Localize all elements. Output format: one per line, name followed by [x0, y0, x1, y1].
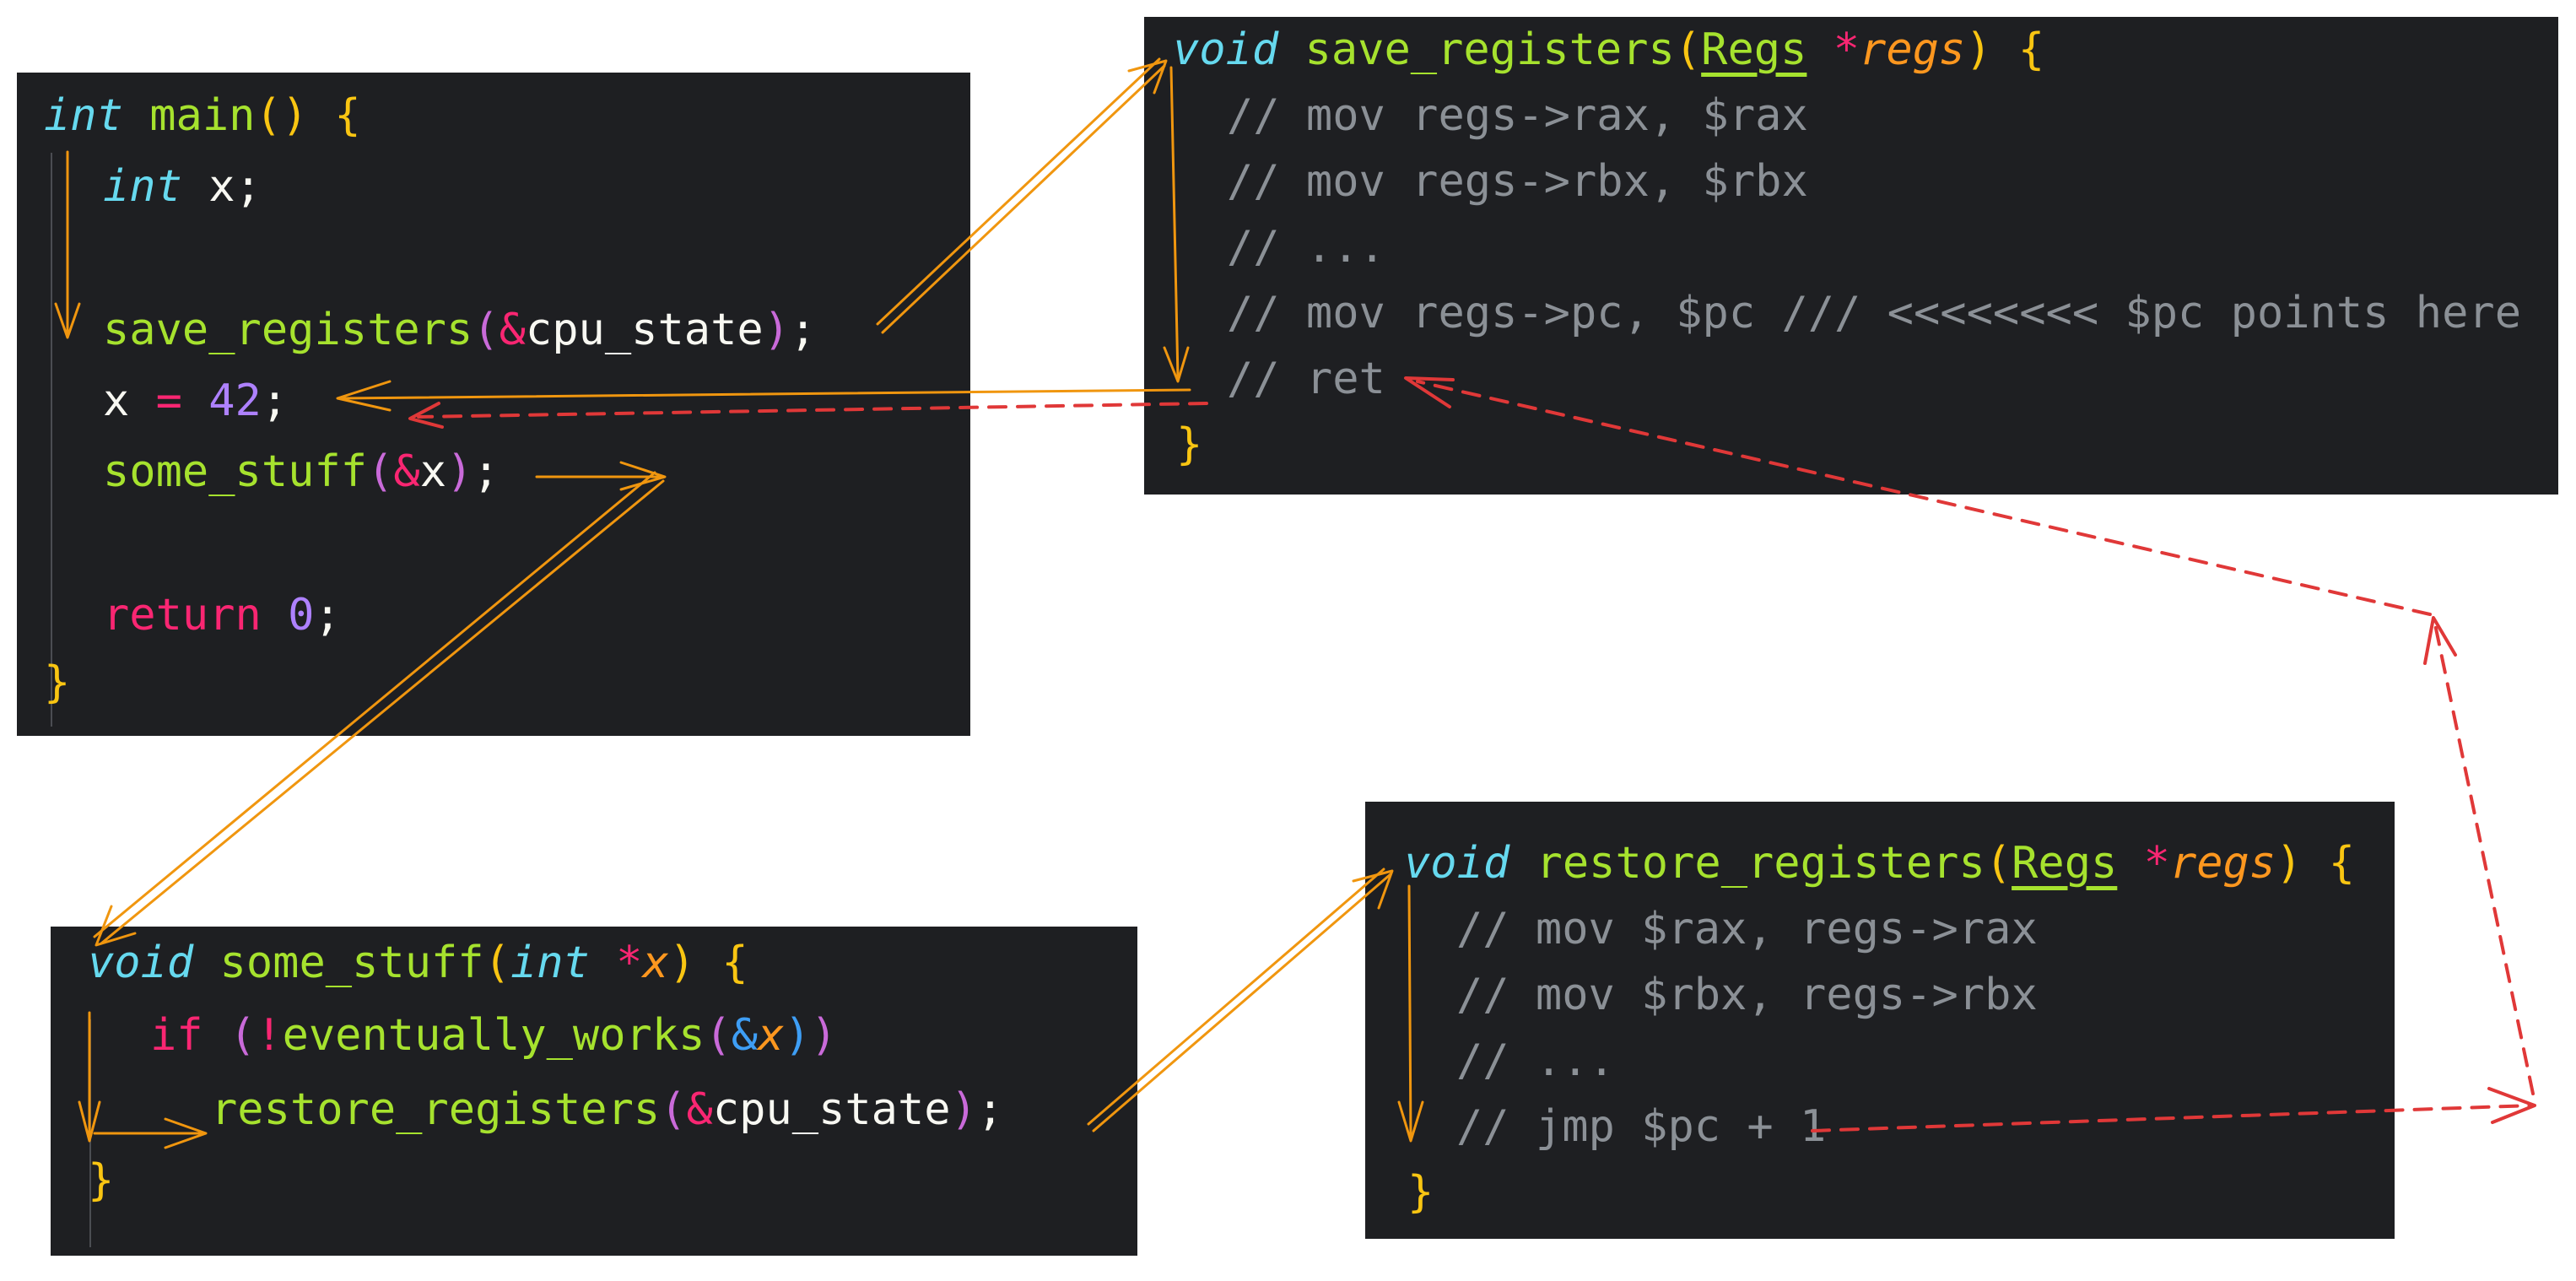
type-keyword: int [44, 90, 123, 141]
paren: ( [660, 1084, 687, 1135]
semicolon: ; [261, 376, 289, 426]
comment-line: // mov $rax, regs->rax [1456, 904, 2038, 954]
paren: ( [367, 446, 394, 497]
comment-line: // mov $rbx, regs->rbx [1456, 970, 2038, 1020]
not-operator: ! [256, 1010, 283, 1061]
declare-x-line: int x; [103, 154, 262, 219]
paren: ( [473, 305, 500, 355]
save-signature-line: void save_registers(Regs *regs) { [1173, 17, 2044, 83]
paren: ) [668, 938, 696, 988]
paren: ( [483, 938, 510, 988]
function-name: restore_registers [1536, 838, 1985, 889]
number-literal: 42 [208, 376, 262, 426]
param-name: x [642, 938, 669, 988]
paren: ) [2276, 838, 2303, 889]
comment-line: // mov regs->pc, $pc /// <<<<<<<< $pc po… [1227, 288, 2522, 338]
comment-line: // jmp $pc + 1 [1456, 1101, 1827, 1152]
pc-up-dashed-arrow [2423, 616, 2535, 1095]
paren: ) [784, 1010, 811, 1061]
paren: ( [229, 1010, 257, 1061]
ampersand: & [393, 446, 420, 497]
restore-registers-code-panel: void restore_registers(Regs *regs) { // … [1365, 802, 2395, 1239]
type-keyword: void [88, 938, 194, 988]
semicolon: ; [790, 305, 817, 355]
close-brace: } [1407, 1167, 1434, 1218]
function-name: restore_registers [211, 1084, 661, 1135]
some-stuff-code-panel: void some_stuff(int *x) { if (!eventuall… [51, 927, 1137, 1256]
paren: ) [446, 446, 473, 497]
main-signature-line: int main() { [44, 83, 361, 149]
semicolon: ; [976, 1084, 1004, 1135]
function-name: eventually_works [282, 1010, 705, 1061]
function-name: main [149, 90, 256, 141]
assign-line: x = 42; [103, 368, 288, 434]
main-code-panel: int main() { int x; save_registers(&cpu_… [17, 73, 970, 736]
number-literal: 0 [288, 590, 315, 640]
open-brace: { [721, 938, 748, 988]
restore-signature-line: void restore_registers(Regs *regs) { [1404, 830, 2355, 896]
if-line: if (!eventually_works(&x)) [150, 1003, 837, 1068]
ampersand: & [499, 305, 526, 355]
param-name: regs [2169, 838, 2276, 889]
variable: x [103, 376, 130, 426]
comment-line: // mov regs->rax, $rax [1227, 90, 1808, 141]
comment-line: // ret [1227, 354, 1385, 404]
pointer-star: * [1833, 24, 1860, 75]
open-brace: { [2328, 838, 2356, 889]
semicolon: ; [473, 446, 500, 497]
paren: ) [810, 1010, 838, 1061]
paren: ) [763, 305, 790, 355]
semicolon: ; [314, 590, 341, 640]
type-keyword: void [1404, 838, 1510, 889]
open-brace: { [2017, 24, 2045, 75]
paren: ) [950, 1084, 977, 1135]
type-keyword: void [1173, 24, 1279, 75]
param-type: Regs [1701, 24, 1807, 75]
close-brace: } [88, 1155, 115, 1206]
param-type: int [510, 938, 590, 988]
operator: = [155, 376, 182, 426]
paren: ( [705, 1010, 732, 1061]
paren: ( [1674, 24, 1702, 75]
some-stuff-signature-line: void some_stuff(int *x) { [88, 930, 748, 996]
pointer-star: * [2143, 838, 2170, 889]
some-stuff-call-line: some_stuff(&x); [103, 439, 500, 505]
save-registers-code-panel: void save_registers(Regs *regs) { // mov… [1144, 17, 2558, 495]
argument: x [758, 1010, 785, 1061]
pointer-star: * [616, 938, 643, 988]
close-brace: } [1176, 419, 1203, 470]
type-keyword: int [103, 161, 182, 212]
return-keyword: return [103, 590, 262, 640]
function-name: some_stuff [219, 938, 484, 988]
comment-line: // ... [1227, 222, 1385, 273]
param-name: regs [1860, 24, 1966, 75]
paren: ( [1985, 838, 2012, 889]
param-type: Regs [2012, 838, 2118, 889]
return-line: return 0; [103, 582, 341, 648]
save-call-line: save_registers(&cpu_state); [103, 297, 816, 363]
argument: x [419, 446, 447, 497]
paren: ) [1965, 24, 1992, 75]
if-keyword: if [150, 1010, 203, 1061]
comment-line: // mov regs->rbx, $rbx [1227, 156, 1808, 207]
ampersand: & [686, 1084, 713, 1135]
argument: cpu_state [525, 305, 764, 355]
indent-guide [51, 153, 52, 727]
argument: cpu_state [712, 1084, 951, 1135]
parens: () [255, 90, 309, 141]
function-name: save_registers [1304, 24, 1675, 75]
function-name: save_registers [103, 305, 473, 355]
close-brace: } [44, 657, 71, 708]
ampersand: & [731, 1010, 759, 1061]
function-name: some_stuff [103, 446, 368, 497]
open-brace: { [334, 90, 361, 141]
statement-text: x; [208, 161, 262, 212]
comment-line: // ... [1456, 1035, 1615, 1086]
restore-call-line: restore_registers(&cpu_state); [211, 1077, 1003, 1143]
